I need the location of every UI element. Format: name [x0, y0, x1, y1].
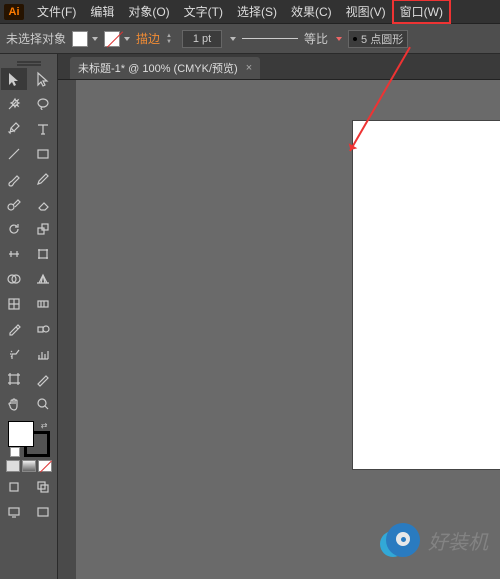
fill-swatch[interactable]: [72, 31, 88, 47]
stroke-label[interactable]: 描边: [136, 30, 160, 47]
document-tab[interactable]: 未标题-1* @ 100% (CMYK/预览) ×: [70, 57, 260, 79]
options-bar: 未选择对象 描边 ▲▼ 1 pt 等比 5 点圆形: [0, 24, 500, 54]
color-well[interactable]: ⇄: [8, 421, 50, 457]
fill-color-box[interactable]: [8, 421, 34, 447]
menu-select[interactable]: 选择(S): [230, 0, 284, 23]
stroke-weight-caret-icon[interactable]: [230, 37, 236, 41]
document-tab-title: 未标题-1* @ 100% (CMYK/预览): [78, 60, 238, 76]
artboard-tool[interactable]: [1, 368, 27, 390]
draw-mode-normal[interactable]: [1, 476, 27, 498]
stroke-swatch-caret-icon[interactable]: [124, 37, 130, 41]
magic-wand-tool[interactable]: [1, 93, 27, 115]
blend-tool[interactable]: [30, 318, 56, 340]
rectangle-tool[interactable]: [30, 143, 56, 165]
toolbox: ⇄: [0, 54, 58, 579]
lasso-tool[interactable]: [30, 93, 56, 115]
symbol-sprayer-tool[interactable]: [1, 343, 27, 365]
rotate-tool[interactable]: [1, 218, 27, 240]
document-tab-bar: 未标题-1* @ 100% (CMYK/预览) ×: [0, 54, 500, 80]
draw-mode-behind[interactable]: [30, 476, 56, 498]
default-colors-icon[interactable]: [10, 447, 20, 457]
close-tab-icon[interactable]: ×: [246, 62, 252, 74]
shape-builder-tool[interactable]: [1, 268, 27, 290]
eyedropper-tool[interactable]: [1, 318, 27, 340]
fill-swatch-caret-icon[interactable]: [92, 37, 98, 41]
stroke-profile-label: 等比: [304, 30, 328, 47]
gradient-tool[interactable]: [30, 293, 56, 315]
pencil-tool[interactable]: [30, 168, 56, 190]
fill-mode-gradient[interactable]: [22, 460, 36, 472]
width-tool[interactable]: [1, 243, 27, 265]
menu-bar: Ai 文件(F) 编辑 对象(O) 文字(T) 选择(S) 效果(C) 视图(V…: [0, 0, 500, 24]
watermark-text: 好装机: [428, 526, 488, 555]
artboard[interactable]: [352, 120, 500, 470]
app-logo: Ai: [4, 4, 24, 20]
menu-text[interactable]: 文字(T): [177, 0, 230, 23]
watermark-logo-icon: [386, 523, 420, 557]
line-tool[interactable]: [1, 143, 27, 165]
menu-view[interactable]: 视图(V): [339, 0, 393, 23]
type-tool[interactable]: [30, 118, 56, 140]
brush-definition[interactable]: 5 点圆形: [348, 30, 408, 48]
hand-tool[interactable]: [1, 393, 27, 415]
selection-status: 未选择对象: [6, 30, 66, 47]
column-graph-tool[interactable]: [30, 343, 56, 365]
menu-edit[interactable]: 编辑: [83, 0, 121, 23]
fill-mode-none[interactable]: [38, 460, 52, 472]
stroke-weight-field[interactable]: 1 pt: [182, 30, 222, 48]
blob-brush-tool[interactable]: [1, 193, 27, 215]
fill-mode-color[interactable]: [6, 460, 20, 472]
direct-selection-tool[interactable]: [30, 68, 56, 90]
watermark: 好装机: [386, 523, 488, 557]
fill-mode-row: [0, 460, 57, 472]
zoom-tool[interactable]: [30, 393, 56, 415]
menu-effect[interactable]: 效果(C): [284, 0, 339, 23]
stroke-swatch[interactable]: [104, 31, 120, 47]
eraser-tool[interactable]: [30, 193, 56, 215]
menu-window[interactable]: 窗口(W): [393, 0, 450, 23]
toolbox-handle[interactable]: [0, 58, 57, 66]
slice-tool[interactable]: [30, 368, 56, 390]
paintbrush-tool[interactable]: [1, 168, 27, 190]
free-transform-tool[interactable]: [30, 243, 56, 265]
scale-tool[interactable]: [30, 218, 56, 240]
brush-dot-icon: [353, 37, 357, 41]
screen-mode[interactable]: [1, 501, 27, 523]
swap-colors-icon[interactable]: ⇄: [41, 421, 48, 430]
menu-file[interactable]: 文件(F): [30, 0, 83, 23]
mesh-tool[interactable]: [1, 293, 27, 315]
perspective-grid-tool[interactable]: [30, 268, 56, 290]
change-screen-mode[interactable]: [30, 501, 56, 523]
pen-tool[interactable]: [1, 118, 27, 140]
stroke-profile-sample[interactable]: [242, 34, 298, 44]
brush-label: 5 点圆形: [361, 31, 403, 47]
canvas-area[interactable]: [76, 80, 500, 579]
menu-object[interactable]: 对象(O): [121, 0, 176, 23]
stroke-weight-stepper[interactable]: ▲▼: [166, 30, 176, 48]
selection-tool[interactable]: [1, 68, 27, 90]
stroke-profile-caret-icon[interactable]: [336, 37, 342, 41]
